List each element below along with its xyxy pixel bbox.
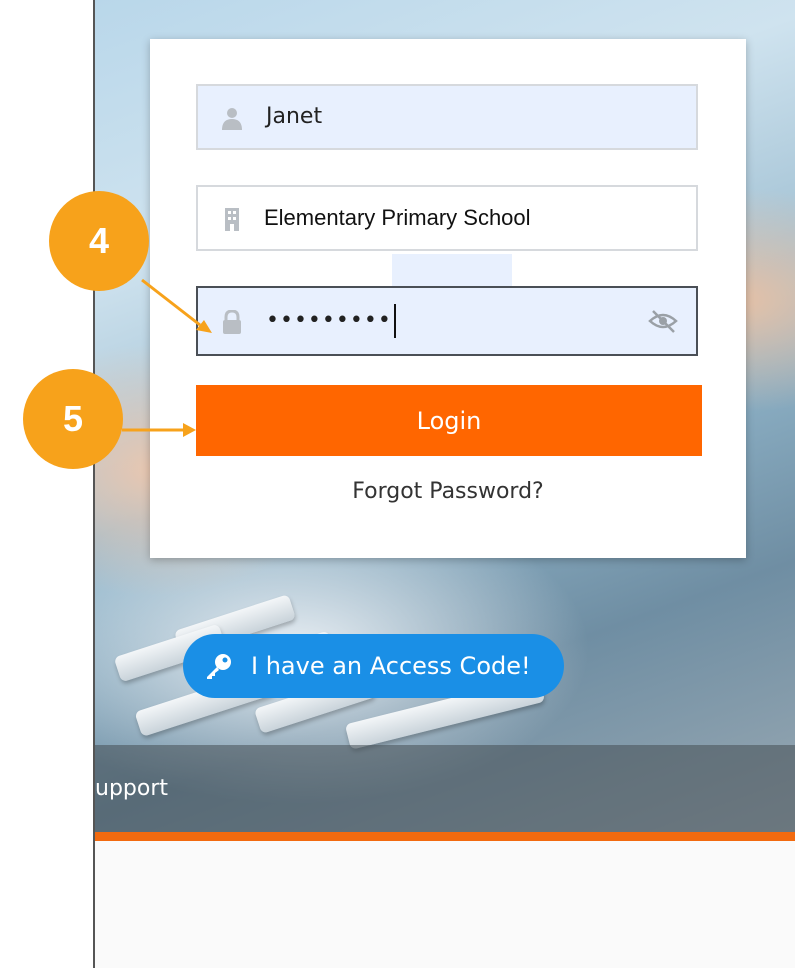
autofill-highlight <box>392 254 512 287</box>
password-value: ••••••••• <box>266 288 396 354</box>
access-code-label: I have an Access Code! <box>251 652 531 680</box>
footer-bar <box>95 745 795 832</box>
eye-slash-icon[interactable] <box>648 308 678 334</box>
login-button[interactable]: Login <box>196 385 702 456</box>
school-value: Elementary Primary School <box>264 205 531 230</box>
lock-icon <box>223 310 241 334</box>
key-icon <box>207 654 231 679</box>
callout-step-4: 4 <box>49 191 149 291</box>
school-field[interactable]: Elementary Primary School <box>196 185 698 251</box>
forgot-password-link[interactable]: Forgot Password? <box>150 479 746 504</box>
user-icon <box>222 108 242 130</box>
login-card: Janet Elementary Primary School ••••••••… <box>150 39 746 558</box>
building-icon <box>225 208 239 231</box>
accent-divider <box>95 832 795 841</box>
text-cursor <box>393 304 396 338</box>
callout-step-5: 5 <box>23 369 123 469</box>
username-field[interactable]: Janet <box>196 84 698 150</box>
access-code-button[interactable]: I have an Access Code! <box>183 634 564 698</box>
username-value: Janet <box>266 104 323 129</box>
password-field[interactable]: ••••••••• <box>196 286 698 356</box>
password-dots: ••••••••• <box>266 308 392 333</box>
support-link[interactable]: upport <box>95 776 168 801</box>
